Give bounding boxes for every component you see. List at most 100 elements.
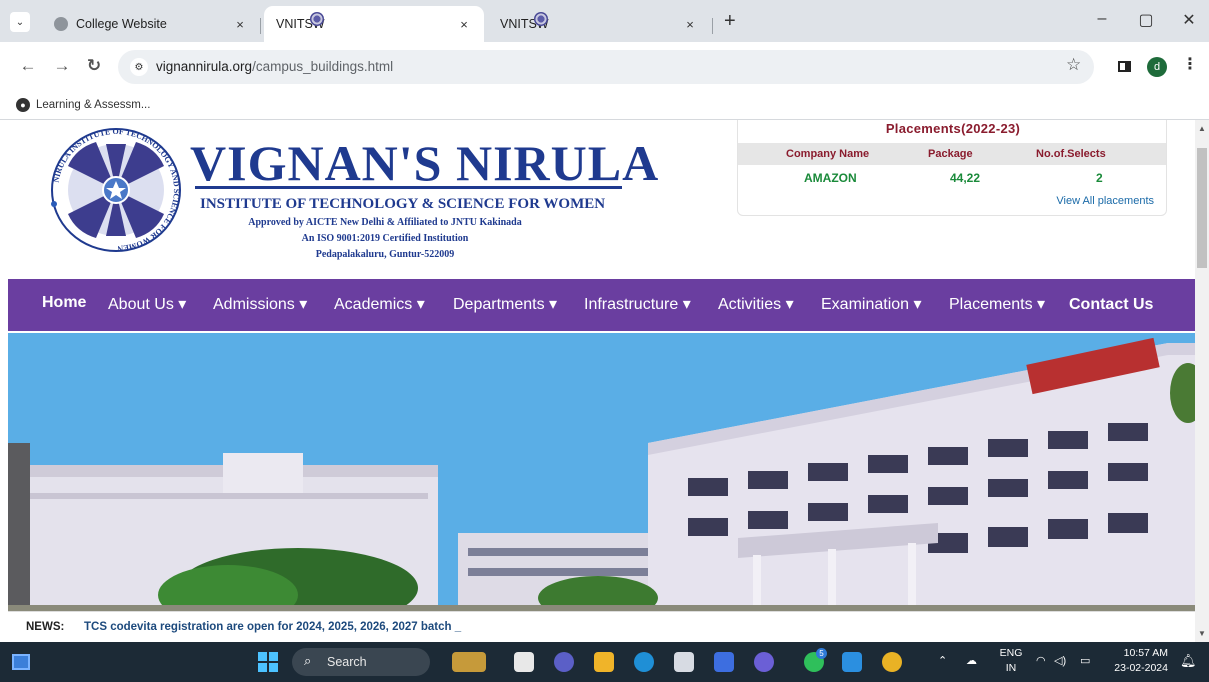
language-code: ENG xyxy=(999,647,1023,659)
url-domain: vignannirula.org xyxy=(156,59,253,74)
new-tab-button[interactable]: + xyxy=(724,11,736,31)
iso-text: An ISO 9001:2019 Certified Institution xyxy=(301,233,469,244)
nav-home[interactable]: Home xyxy=(42,294,86,312)
college-title: VIGNAN'S NIRULA xyxy=(190,135,660,191)
chevron-up-icon[interactable]: ⌃ xyxy=(938,654,947,667)
chrome-icon[interactable] xyxy=(882,652,902,672)
nav-departments[interactable]: Departments ▾ xyxy=(453,294,557,314)
teams-chat-icon[interactable] xyxy=(554,652,574,672)
file-explorer-icon[interactable] xyxy=(594,652,614,672)
college-logo-icon xyxy=(310,12,324,26)
task-view-icon[interactable] xyxy=(514,652,534,672)
college-logo: NIRULA INSTITUTE OF TECHNOLOGY AND SCIEN… xyxy=(51,127,181,253)
search-highlight-icon[interactable] xyxy=(452,652,486,672)
notification-badge: 5 xyxy=(816,648,827,659)
company-cell: AMAZON xyxy=(804,171,857,185)
tab-vnitsw[interactable]: VNITSW × xyxy=(488,6,710,42)
search-placeholder: Search xyxy=(327,655,367,669)
scroll-up-arrow-icon[interactable]: ▲ xyxy=(1198,124,1206,133)
placements-panel: Placements(2022-23) Company Name Package… xyxy=(737,120,1167,216)
nav-infrastructure[interactable]: Infrastructure ▾ xyxy=(584,294,691,314)
package-cell: 44,22 xyxy=(950,171,981,185)
app-icon[interactable] xyxy=(754,652,774,672)
news-item[interactable]: TCS codevita registration are open for 2… xyxy=(84,621,461,633)
system-clock[interactable]: 10:57 AM 23-02-2024 xyxy=(1108,646,1168,676)
column-header: Package xyxy=(928,148,973,160)
scrollbar-thumb[interactable] xyxy=(1197,148,1207,268)
nav-academics[interactable]: Academics ▾ xyxy=(334,294,425,314)
url-text[interactable]: vignannirula.org/campus_buildings.html xyxy=(156,59,393,74)
globe-icon: ● xyxy=(16,98,30,112)
windows-taskbar: ⌕ Search 5 ⌃ ☁ ENG IN ◠ ◁) ▭ 10:57 AM 23… xyxy=(0,642,1209,682)
college-logo-icon xyxy=(534,12,548,26)
tab-vnitsw-active[interactable]: VNITSW × xyxy=(264,6,484,42)
app-icon[interactable] xyxy=(714,652,734,672)
view-all-placements-link[interactable]: View All placements xyxy=(1056,195,1154,207)
clock-time: 10:57 AM xyxy=(1123,647,1168,659)
site-settings-icon[interactable]: ⚙ xyxy=(130,58,148,76)
url-path: /campus_buildings.html xyxy=(252,59,394,74)
notification-bell-icon[interactable]: 🔔︎ xyxy=(1180,653,1197,669)
tab-divider xyxy=(712,18,713,34)
clock-date: 23-02-2024 xyxy=(1114,662,1168,674)
tab-title: College Website xyxy=(76,17,167,31)
browser-toolbar: ← → ↻ ⚙ vignannirula.org/campus_building… xyxy=(0,42,1209,90)
region-code: IN xyxy=(1005,662,1017,674)
reload-icon[interactable]: ↻ xyxy=(84,56,104,76)
start-button[interactable] xyxy=(258,652,278,672)
tab-divider xyxy=(260,18,261,34)
column-header: Company Name xyxy=(786,148,870,160)
globe-icon xyxy=(54,17,68,31)
news-ticker: NEWS: TCS codevita registration are open… xyxy=(8,611,1196,642)
placements-table-header: Company Name Package No.of.Selects xyxy=(738,143,1166,165)
edge-browser-icon[interactable] xyxy=(634,652,654,672)
taskbar-search[interactable]: ⌕ Search xyxy=(292,648,430,676)
close-icon[interactable]: × xyxy=(456,17,472,32)
language-indicator[interactable]: ENG IN xyxy=(998,646,1024,676)
close-icon[interactable]: × xyxy=(682,17,698,32)
close-window-button[interactable]: ✕ xyxy=(1177,10,1201,30)
nav-about-us[interactable]: About Us ▾ xyxy=(108,294,186,314)
page-scrollbar[interactable]: ▲ ▼ xyxy=(1195,120,1209,642)
back-arrow-icon[interactable]: ← xyxy=(18,56,38,76)
widgets-icon[interactable] xyxy=(12,654,30,670)
address-bar[interactable]: ⚙ vignannirula.org/campus_buildings.html xyxy=(118,50,1094,84)
nav-contact-us[interactable]: Contact Us xyxy=(1069,296,1153,314)
column-header: No.of.Selects xyxy=(1036,148,1106,160)
nav-activities[interactable]: Activities ▾ xyxy=(718,294,794,314)
microsoft-store-icon[interactable] xyxy=(674,652,694,672)
title-underline xyxy=(195,186,622,189)
bookmark-learning[interactable]: ● Learning & Assessm... xyxy=(16,98,150,112)
scroll-down-arrow-icon[interactable]: ▼ xyxy=(1198,629,1206,638)
bookmarks-bar: ● Learning & Assessm... xyxy=(0,90,1209,120)
tab-title: VNITSW xyxy=(500,17,549,31)
cloud-icon[interactable]: ☁ xyxy=(966,654,977,667)
close-icon[interactable]: × xyxy=(232,17,248,32)
placements-title: Placements(2022-23) xyxy=(885,121,1021,136)
nav-admissions[interactable]: Admissions ▾ xyxy=(213,294,307,314)
volume-icon[interactable]: ◁) xyxy=(1054,654,1066,667)
battery-icon[interactable]: ▭ xyxy=(1080,654,1090,667)
search-icon: ⌕ xyxy=(304,653,312,668)
menu-kebab-icon[interactable]: ⋮ xyxy=(1182,54,1198,74)
wifi-icon[interactable]: ◠ xyxy=(1036,654,1046,667)
address-text: Pedapalakaluru, Guntur-522009 xyxy=(315,249,455,260)
minimize-button[interactable]: – xyxy=(1090,10,1114,28)
restore-button[interactable]: ▢ xyxy=(1134,10,1158,30)
bookmark-star-icon[interactable]: ☆ xyxy=(1066,55,1081,75)
nav-placements[interactable]: Placements ▾ xyxy=(949,294,1045,314)
forward-arrow-icon[interactable]: → xyxy=(52,56,72,76)
college-subtitle: INSTITUTE OF TECHNOLOGY & SCIENCE FOR WO… xyxy=(200,196,606,212)
vscode-icon[interactable] xyxy=(842,652,862,672)
browser-tab-bar: ⌄ College Website × VNITSW × VNITSW × + … xyxy=(0,0,1209,42)
page-viewport: NIRULA INSTITUTE OF TECHNOLOGY AND SCIEN… xyxy=(0,120,1209,642)
tab-college-website[interactable]: College Website × xyxy=(42,6,260,42)
tab-search-button[interactable]: ⌄ xyxy=(10,12,30,32)
selects-cell: 2 xyxy=(1096,171,1103,185)
profile-avatar[interactable]: d xyxy=(1147,57,1167,77)
nav-examination[interactable]: Examination ▾ xyxy=(821,294,922,314)
tab-title: VNITSW xyxy=(276,17,325,31)
side-panel-icon[interactable] xyxy=(1118,61,1131,72)
news-label: NEWS: xyxy=(26,621,65,633)
approval-text: Approved by AICTE New Delhi & Affiliated… xyxy=(248,217,522,228)
